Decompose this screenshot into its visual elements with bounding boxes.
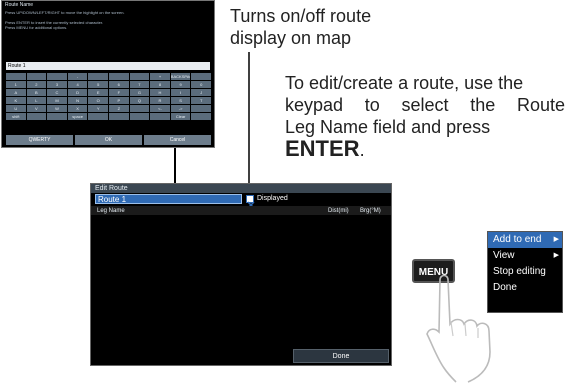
leg-name-column-header[interactable]: Leg Name (97, 208, 125, 214)
context-menu: Add to end ▶ View ▶ Stop editing Done (487, 231, 563, 313)
route-name-input[interactable]: Route 1 (95, 194, 242, 204)
distance-column-header: Dist(mi) (328, 208, 349, 214)
edit-route-screen: Edit Route Route 1 Displayed Leg Name Di… (90, 183, 392, 366)
menu-item-add-to-end[interactable]: Add to end ▶ (488, 232, 562, 248)
menu-item-label: Add to end (493, 234, 542, 245)
edit-route-title: Edit Route (95, 185, 128, 192)
menu-item-label: Stop editing (493, 266, 546, 277)
done-button[interactable]: Done (293, 349, 389, 363)
menu-item-label: View (493, 250, 515, 261)
bearing-column-header: Brg(°M) (360, 208, 381, 214)
displayed-checkbox[interactable] (246, 195, 255, 209)
menu-item-stop-editing[interactable]: Stop editing (488, 264, 562, 280)
menu-item-label: Done (493, 282, 517, 293)
submenu-arrow-icon: ▶ (553, 236, 559, 243)
menu-item-view[interactable]: View ▶ (488, 248, 562, 264)
edit-route-title-bar (91, 184, 391, 193)
menu-item-done[interactable]: Done (488, 280, 562, 296)
submenu-arrow-icon: ▶ (553, 252, 559, 259)
displayed-label: Displayed (257, 195, 288, 202)
